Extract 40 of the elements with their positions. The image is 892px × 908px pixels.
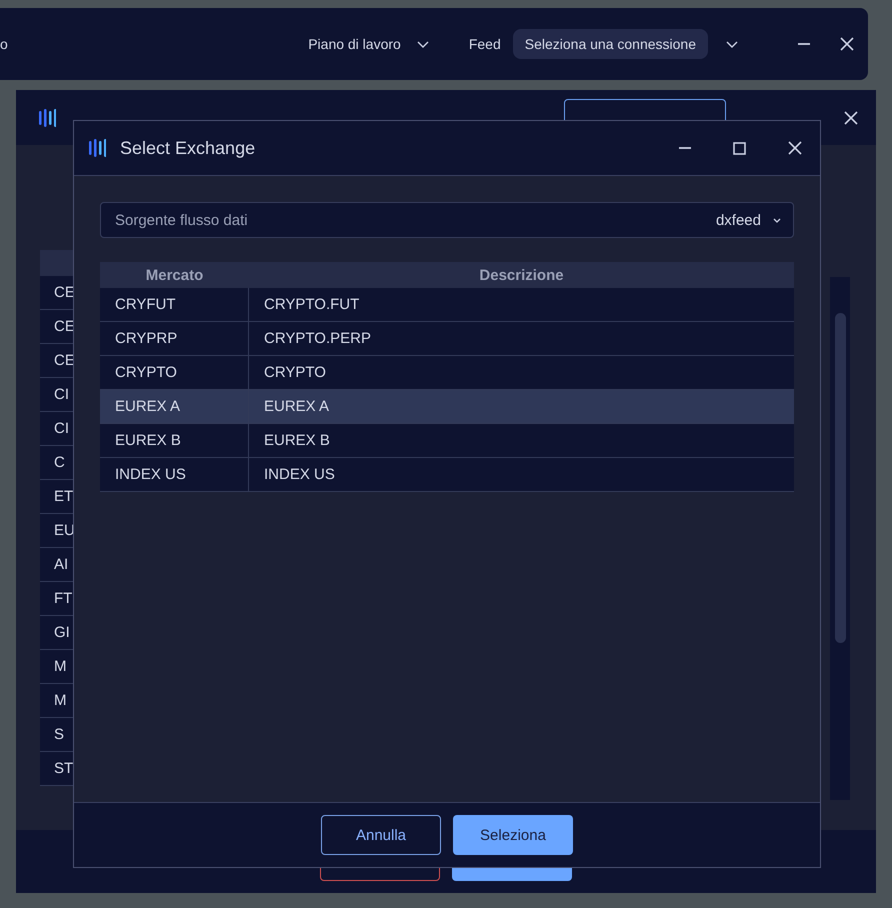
chevron-down-icon[interactable]	[726, 40, 738, 48]
table-cell-text: CRYPTO	[263, 363, 327, 383]
close-icon[interactable]	[788, 141, 802, 155]
table-cell: CRYPRP	[100, 322, 249, 355]
cancel-button[interactable]: Annulla	[321, 815, 441, 855]
maximize-icon[interactable]	[733, 142, 746, 154]
table-cell-text: CRYPTO.PERP	[263, 329, 372, 349]
logo-icon	[88, 138, 106, 158]
table-row[interactable]: EUREX A EUREX A	[100, 390, 794, 424]
table-cell: CRYFUT	[100, 288, 249, 321]
workspace-menu[interactable]: Piano di lavoro	[308, 36, 401, 52]
table-cell-text: EUREX B	[263, 431, 331, 451]
dialog-title: Select Exchange	[120, 138, 256, 158]
data-source-value: dxfeed	[716, 212, 761, 228]
table-row[interactable]: CRYPTO CRYPTO	[100, 356, 794, 390]
chevron-down-icon[interactable]	[416, 40, 429, 48]
chevron-down-icon[interactable]	[773, 218, 781, 222]
table-cell: EUREX B	[100, 424, 249, 457]
table-cell: INDEX US	[100, 458, 249, 491]
table-cell-text: CRYPTO.FUT	[263, 295, 360, 315]
connection-selector[interactable]: Seleziona una connessione	[512, 29, 708, 59]
logo-icon	[38, 108, 56, 128]
data-source-field[interactable]: Sorgente flusso dati dxfeed	[100, 202, 794, 238]
feed-label: Feed	[468, 36, 501, 52]
table-cell-text: INDEX US	[263, 465, 336, 485]
close-icon[interactable]	[844, 110, 858, 124]
column-header: Descrizione	[478, 266, 565, 284]
table-row[interactable]: INDEX US INDEX US	[100, 458, 794, 492]
table-cell-text: EUREX A	[263, 397, 330, 417]
table-cell: CRYPTO	[100, 356, 249, 389]
column-header: Mercato	[144, 266, 204, 284]
data-source-input[interactable]: Sorgente flusso dati	[113, 210, 716, 230]
table-cell: EUREX A	[100, 390, 249, 423]
close-icon[interactable]	[840, 37, 854, 51]
table-row[interactable]: CRYPRP CRYPTO.PERP	[100, 322, 794, 356]
workspace-edge-text: o	[0, 36, 8, 52]
table-row[interactable]: CRYFUT CRYPTO.FUT	[100, 288, 794, 322]
table-row[interactable]: EUREX B EUREX B	[100, 424, 794, 458]
scrollbar[interactable]	[830, 277, 850, 800]
select-button[interactable]: Seleziona	[453, 815, 573, 855]
